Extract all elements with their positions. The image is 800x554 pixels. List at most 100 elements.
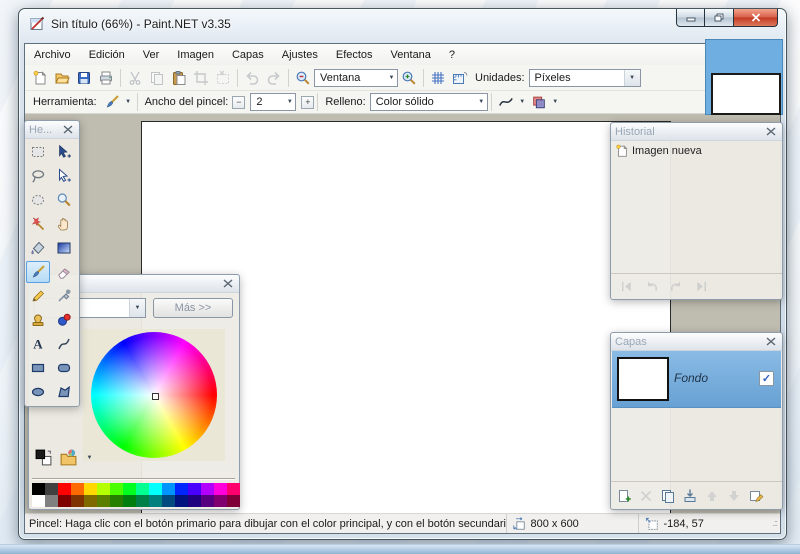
palette-swatch[interactable] [97, 483, 110, 495]
minimize-button[interactable] [676, 9, 705, 27]
new-button[interactable] [29, 68, 51, 88]
palette-swatch[interactable] [32, 483, 45, 495]
tool-paint-bucket[interactable] [26, 237, 50, 259]
history-undo-button[interactable] [644, 279, 659, 294]
move-layer-up-button[interactable] [704, 488, 720, 504]
palette-swatch[interactable] [227, 483, 240, 495]
chevron-down-icon[interactable] [123, 99, 134, 105]
menu-help[interactable]: ? [440, 46, 464, 64]
palette-swatch[interactable] [84, 495, 97, 507]
palette-swatch[interactable] [162, 495, 175, 507]
brush-width-dropdown[interactable]: 2 [250, 93, 297, 111]
palette-swatch[interactable] [123, 483, 136, 495]
palette-swatch[interactable] [110, 483, 123, 495]
menu-imagen[interactable]: Imagen [168, 46, 223, 64]
resize-grip[interactable]: .:: [763, 518, 780, 530]
grid-toggle-button[interactable] [427, 68, 449, 88]
fill-style-dropdown[interactable]: Color sólido [369, 93, 488, 111]
antialiasing-mode-icon[interactable] [495, 92, 517, 112]
tools-window-titlebar[interactable]: He... [25, 121, 79, 139]
colors-window-close-icon[interactable] [221, 278, 235, 290]
history-fast-forward-button[interactable] [694, 279, 709, 294]
tool-eraser[interactable] [52, 261, 76, 283]
tool-rectangle-select[interactable] [26, 141, 50, 163]
layer-visibility-checkbox[interactable] [759, 371, 774, 386]
palette-swatch[interactable] [136, 483, 149, 495]
chevron-down-icon[interactable] [550, 99, 561, 105]
tool-clone-stamp[interactable] [26, 309, 50, 331]
copy-button[interactable] [146, 68, 168, 88]
save-button[interactable] [73, 68, 95, 88]
print-button[interactable] [95, 68, 117, 88]
brush-width-decrease-button[interactable]: − [232, 95, 246, 109]
tool-paintbrush[interactable] [26, 261, 50, 283]
history-rewind-button[interactable] [619, 279, 634, 294]
merge-layer-down-button[interactable] [682, 488, 698, 504]
menu-edicin[interactable]: Edición [80, 46, 134, 64]
more-options-button[interactable]: Más >> [153, 298, 233, 318]
menu-archivo[interactable]: Archivo [25, 46, 80, 64]
tool-color-picker[interactable] [52, 285, 76, 307]
close-button[interactable] [734, 9, 778, 27]
history-redo-button[interactable] [669, 279, 684, 294]
menu-ventana[interactable]: Ventana [382, 46, 440, 64]
palette-swatch[interactable] [188, 483, 201, 495]
chevron-down-icon[interactable] [517, 99, 528, 105]
tool-rectangle[interactable] [26, 357, 50, 379]
menu-capas[interactable]: Capas [223, 46, 273, 64]
tool-rounded-rectangle[interactable] [52, 357, 76, 379]
restore-button[interactable] [705, 9, 734, 27]
palette-swatch[interactable] [214, 495, 227, 507]
palette-swatch[interactable] [58, 483, 71, 495]
layers-window-close-icon[interactable] [764, 336, 778, 348]
tool-lasso-select[interactable] [26, 165, 50, 187]
palette-swatch[interactable] [84, 483, 97, 495]
palette-swatch[interactable] [71, 495, 84, 507]
palette-swatch[interactable] [110, 495, 123, 507]
blend-mode-icon[interactable] [528, 92, 550, 112]
palette-swatch[interactable] [162, 483, 175, 495]
open-button[interactable] [51, 68, 73, 88]
duplicate-layer-button[interactable] [660, 488, 676, 504]
layer-properties-button[interactable] [748, 488, 764, 504]
brush-width-increase-button[interactable]: + [301, 95, 315, 109]
tool-recolor[interactable] [52, 309, 76, 331]
history-window-close-icon[interactable] [764, 126, 778, 138]
primary-secondary-swatch-icon[interactable] [34, 448, 53, 467]
palette-swatch[interactable] [149, 495, 162, 507]
palette-swatch[interactable] [214, 483, 227, 495]
tool-gradient[interactable] [52, 237, 76, 259]
tool-move-selection[interactable] [52, 165, 76, 187]
palette-menu-icon[interactable] [59, 448, 78, 467]
title-bar[interactable]: Sin título (66%) - Paint.NET v3.35 [19, 9, 786, 43]
palette-swatch[interactable] [175, 483, 188, 495]
chevron-down-icon[interactable] [84, 455, 95, 461]
palette-swatch[interactable] [227, 495, 240, 507]
palette-swatch[interactable] [123, 495, 136, 507]
current-tool-brush-icon[interactable] [101, 92, 123, 112]
paste-button[interactable] [168, 68, 190, 88]
palette-swatch[interactable] [201, 483, 214, 495]
tool-line-curve[interactable] [52, 333, 76, 355]
cut-button[interactable] [124, 68, 146, 88]
tool-ellipse[interactable] [26, 381, 50, 403]
tool-freeform-shape[interactable] [52, 381, 76, 403]
palette-swatch[interactable] [71, 483, 84, 495]
tool-move-selected-pixels[interactable] [52, 141, 76, 163]
menu-ver[interactable]: Ver [134, 46, 169, 64]
undo-button[interactable] [241, 68, 263, 88]
delete-layer-button[interactable] [638, 488, 654, 504]
history-window-titlebar[interactable]: Historial [611, 123, 782, 141]
crop-button[interactable] [190, 68, 212, 88]
open-image-thumbnail[interactable] [705, 39, 783, 115]
layer-row-fondo[interactable]: Fondo [612, 351, 781, 408]
redo-button[interactable] [263, 68, 285, 88]
palette-swatch[interactable] [58, 495, 71, 507]
color-wheel-marker[interactable] [152, 393, 159, 400]
menu-efectos[interactable]: Efectos [327, 46, 382, 64]
tool-pan[interactable] [52, 213, 76, 235]
add-layer-button[interactable] [616, 488, 632, 504]
units-dropdown[interactable]: Píxeles [528, 68, 641, 87]
palette-swatch[interactable] [175, 495, 188, 507]
zoom-out-button[interactable] [292, 68, 314, 88]
